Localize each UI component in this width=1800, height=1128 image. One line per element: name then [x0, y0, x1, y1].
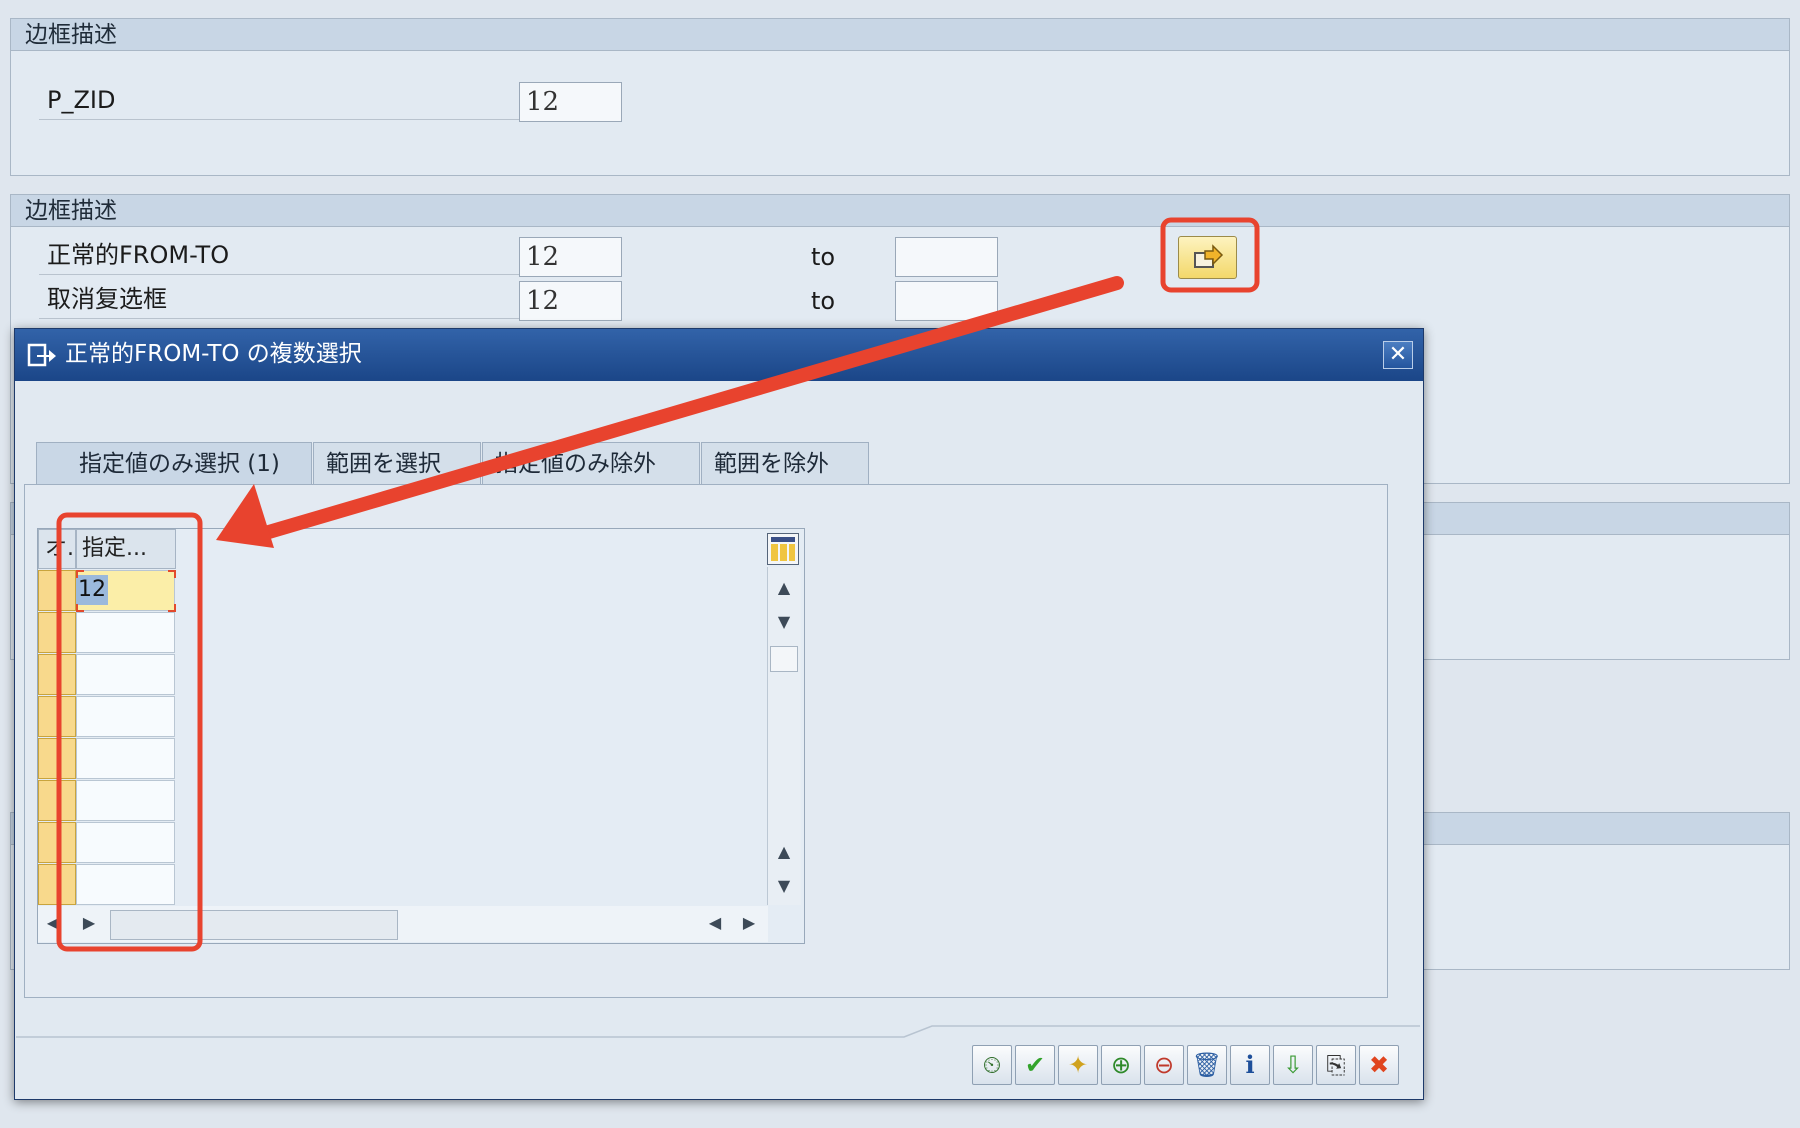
p-zid-input[interactable]: 12 [519, 82, 622, 122]
cancel-button[interactable]: ✖ [1359, 1045, 1399, 1085]
paste-button[interactable]: ⎘ [1316, 1045, 1356, 1085]
delete-row-icon: ⊖ [1153, 1051, 1175, 1079]
row-selector[interactable] [38, 570, 76, 611]
multiple-selection-button[interactable] [1178, 236, 1237, 279]
row-selector[interactable] [38, 654, 76, 695]
uncheck-label: 取消复选框 [39, 281, 519, 319]
check-icon: ✔ [1024, 1051, 1046, 1079]
import-button[interactable]: ⇩ [1273, 1045, 1313, 1085]
row-selector[interactable] [38, 738, 76, 779]
frame-1-title: 边框描述 [11, 19, 1789, 51]
table-cell[interactable] [76, 822, 175, 863]
row-selector[interactable] [38, 864, 76, 905]
scroll-down-icon[interactable]: ▼ [767, 876, 801, 895]
table-cell[interactable] [76, 696, 175, 737]
from-to-label: 正常的FROM-TO [39, 237, 519, 275]
close-icon[interactable]: ✕ [1383, 341, 1413, 369]
column-layout-icon[interactable] [767, 533, 799, 565]
scroll-up-icon[interactable]: ▲ [767, 842, 801, 861]
import-icon: ⇩ [1282, 1051, 1304, 1079]
confirm-button[interactable]: ✔ [1015, 1045, 1055, 1085]
arrow-right-icon [1194, 244, 1224, 268]
page-down-icon[interactable]: ▼ [767, 612, 801, 631]
frame-1: 边框描述 P_ZID 12 [10, 18, 1790, 176]
scroll-left-end-icon[interactable]: ◀ [700, 913, 730, 932]
options-button[interactable]: ✦ [1058, 1045, 1098, 1085]
table-cell[interactable] [76, 654, 175, 695]
tab-exclude-ranges[interactable]: 範囲を除外 [701, 442, 869, 484]
table-cell[interactable] [76, 612, 175, 653]
table-cell[interactable] [76, 864, 175, 905]
uncheck-high-input[interactable] [895, 281, 998, 321]
scroll-left-icon[interactable]: ◀ [38, 913, 68, 932]
from-to-low-input[interactable]: 12 [519, 237, 622, 277]
cell-focus-corners [76, 570, 176, 612]
from-to-high-input[interactable] [895, 237, 998, 277]
insert-row-icon: ⊕ [1110, 1051, 1132, 1079]
insert-row-button[interactable]: ⊕ [1101, 1045, 1141, 1085]
dialog-title: 正常的FROM-TO の複数選択 [15, 329, 1423, 381]
trash-icon: 🗑 [1191, 1051, 1223, 1079]
from-to-to-label: to [811, 243, 836, 271]
delete-all-button[interactable]: 🗑 [1187, 1045, 1227, 1085]
execute-button[interactable]: ⏲ [972, 1045, 1012, 1085]
row-selector[interactable] [38, 612, 76, 653]
p-zid-label: P_ZID [39, 82, 519, 120]
row-selector[interactable] [38, 822, 76, 863]
footer-divider [16, 1025, 1420, 1038]
option-column-header[interactable]: オ. [38, 529, 76, 569]
tab-select-ranges[interactable]: 範囲を選択 [313, 442, 481, 484]
options-icon: ✦ [1067, 1051, 1089, 1079]
delete-row-button[interactable]: ⊖ [1144, 1045, 1184, 1085]
info-icon: i [1245, 1050, 1255, 1079]
cancel-icon: ✖ [1368, 1051, 1390, 1079]
row-selector[interactable] [38, 780, 76, 821]
scroll-thumb[interactable] [770, 646, 798, 672]
table-cell[interactable] [76, 738, 175, 779]
uncheck-to-label: to [811, 287, 836, 315]
scroll-right-icon[interactable]: ▶ [74, 913, 104, 932]
table-cell[interactable] [76, 780, 175, 821]
tab-select-values[interactable]: 指定値のみ選択 (1) [36, 442, 312, 484]
hscroll-thumb[interactable] [110, 910, 398, 940]
multiple-selection-icon [27, 343, 56, 367]
row-selector[interactable] [38, 696, 76, 737]
execute-icon: ⏲ [982, 1051, 1002, 1079]
info-button[interactable]: i [1230, 1045, 1270, 1085]
scroll-right-end-icon[interactable]: ▶ [734, 913, 764, 932]
uncheck-low-input[interactable]: 12 [519, 281, 622, 321]
page-up-icon[interactable]: ▲ [767, 578, 801, 597]
value-column-header[interactable]: 指定... [76, 529, 176, 569]
paste-icon: ⎘ [1326, 1051, 1346, 1079]
tab-exclude-values[interactable]: 指定値のみ除外 [482, 442, 700, 484]
frame-2-title: 边框描述 [11, 195, 1789, 227]
